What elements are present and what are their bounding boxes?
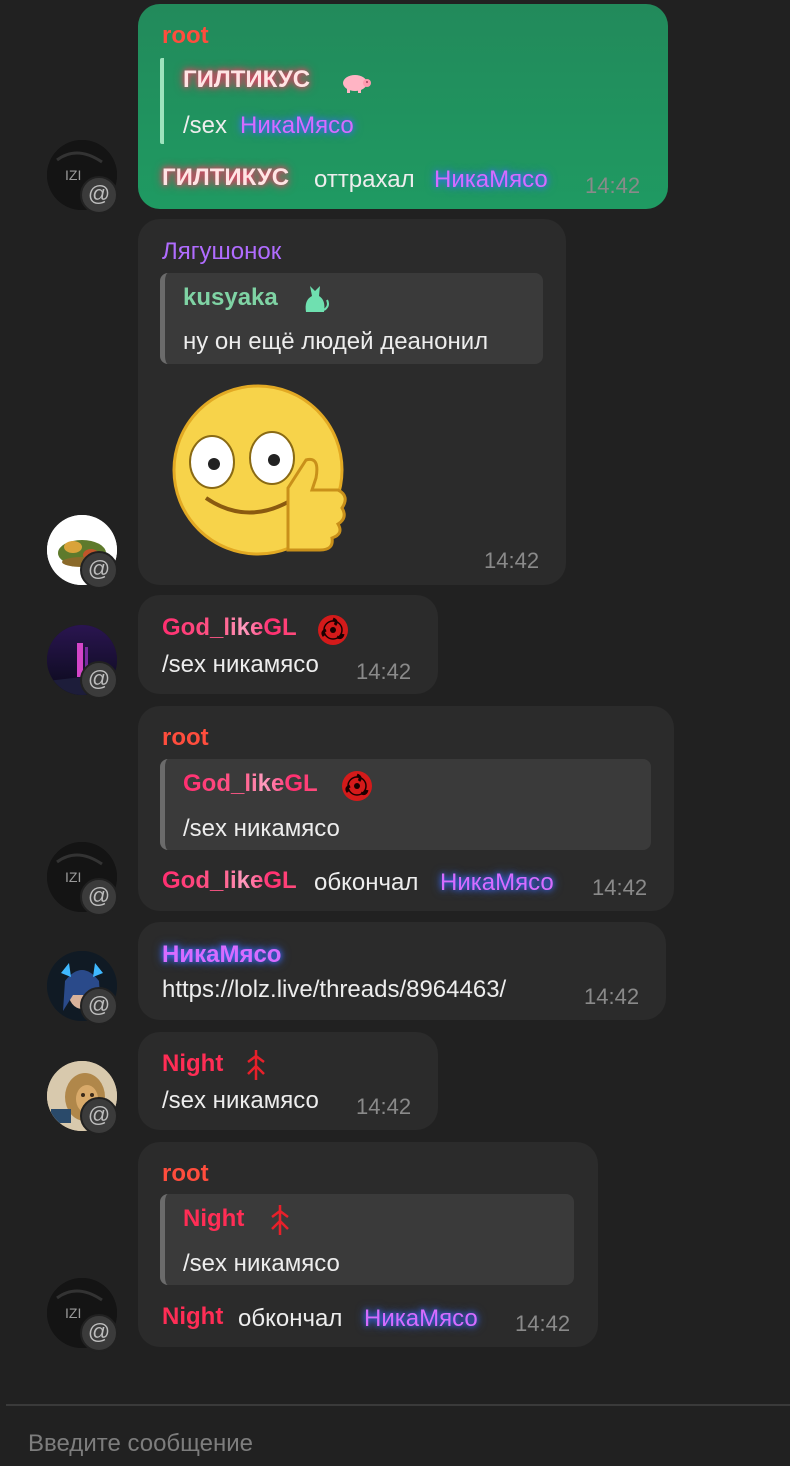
svg-text:IZI: IZI [65, 869, 81, 885]
action-target: НикаМясо [364, 1305, 478, 1332]
sharingan-icon [341, 770, 373, 802]
cat-icon [300, 282, 330, 314]
message-author[interactable]: root [162, 1160, 209, 1188]
action-target: НикаМясо [434, 166, 548, 193]
action-verb: обкончал [314, 869, 419, 896]
message-author[interactable]: НикаМясо [162, 941, 281, 969]
message-time: 14:42 [585, 173, 641, 198]
message-time: 14:42 [356, 1094, 412, 1119]
message-time: 14:42 [356, 659, 412, 684]
quote-text-command: /sex [183, 112, 228, 139]
message-time: 14:42 [515, 1311, 571, 1336]
message-link[interactable]: https://lolz.live/threads/8964463/ [162, 976, 506, 1004]
action-verb: обкончал [238, 1305, 343, 1332]
quote-author: ГИЛТИКУС [183, 66, 311, 93]
action-verb: оттрахал [314, 166, 415, 193]
quote-text: /sex никамясо [183, 1250, 340, 1277]
message-author[interactable]: Night [162, 1050, 223, 1078]
quote-text: /sex никамясо [183, 815, 340, 842]
thumbs-up-smiley-sticker[interactable] [170, 378, 350, 568]
mention-badge: @ [80, 987, 118, 1025]
mention-badge: @ [80, 1097, 118, 1135]
message-time: 14:42 [584, 984, 640, 1009]
mention-badge: @ [80, 878, 118, 916]
message-author[interactable]: God_likeGL [162, 614, 297, 642]
message-composer[interactable]: Введите сообщение [6, 1404, 790, 1466]
message-author[interactable]: Лягушонок [162, 238, 281, 266]
message-time: 14:42 [484, 548, 540, 573]
action-actor: ГИЛТИКУС [162, 164, 290, 191]
mention-badge: @ [80, 661, 118, 699]
svg-text:IZI: IZI [65, 1305, 81, 1321]
message-text: /sex никамясо [162, 1087, 319, 1114]
berserk-brand-icon [268, 1203, 292, 1237]
message-author[interactable]: root [162, 724, 209, 752]
mention-badge: @ [80, 1314, 118, 1352]
mention-badge: @ [80, 551, 118, 589]
quote-author: kusyaka [183, 284, 278, 311]
sharingan-icon [317, 614, 349, 646]
mention-badge: @ [80, 176, 118, 214]
message-text: /sex никамясо [162, 651, 319, 678]
action-target: НикаМясо [440, 869, 554, 896]
quote-text-target: НикаМясо [240, 112, 354, 139]
quote-author: God_likeGL [183, 770, 318, 797]
message-input-placeholder[interactable]: Введите сообщение [28, 1430, 253, 1458]
pig-icon [340, 70, 372, 94]
action-actor: God_likeGL [162, 867, 297, 894]
quote-text: ну он ещё людей деанонил [183, 328, 489, 355]
action-actor: Night [162, 1303, 224, 1330]
quote-author: Night [183, 1205, 245, 1232]
svg-text:IZI: IZI [65, 167, 81, 183]
message-author[interactable]: root [162, 22, 209, 50]
berserk-brand-icon [244, 1048, 268, 1082]
message-time: 14:42 [592, 875, 648, 900]
